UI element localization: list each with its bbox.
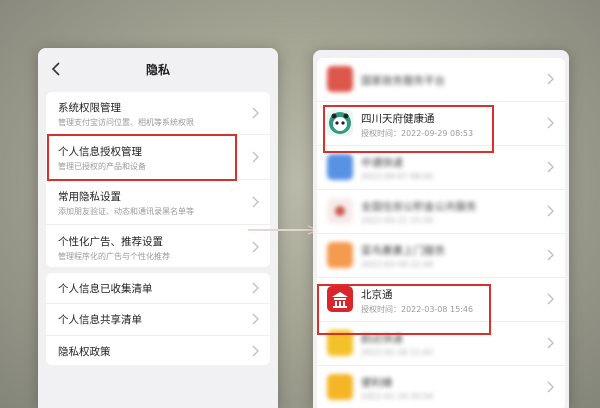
authorized-app-row[interactable]: 国家政务服务平台 [317,58,565,102]
row-subtitle: 管理支付宝访问位置、相机等系统权限 [58,118,194,127]
authorization-time: 2022-02-18 11:02 [361,348,434,357]
privacy-policy-row[interactable]: 隐私权政策 [46,336,270,365]
row-title: 个性化广告、推荐设置 [58,236,163,248]
nav-bar: 隐私 [38,48,278,92]
app-name: 中通快递 [361,157,403,169]
chevron-right-icon [547,337,554,349]
authorized-apps-screen: 国家政务服务平台 四川天府健康通 授权时间：2022-09-29 08:53 中… [313,50,569,408]
chevron-right-icon [252,241,259,253]
authorization-time: 2022-09-07 09:05 [361,172,434,181]
chevron-right-icon [252,107,259,119]
zto-icon [327,154,353,180]
cainiao-icon [327,242,353,268]
chevron-right-icon [252,151,259,163]
chevron-right-icon [252,196,259,208]
chevron-right-icon [547,293,554,305]
bianlifeng-icon [327,374,353,400]
page-title: 隐私 [145,63,170,77]
privacy-screen: 隐私 系统权限管理 管理支付宝访问位置、相机等系统权限 个人信息授权管理 管理已… [38,48,278,408]
chevron-right-icon [547,161,554,173]
authorized-app-row[interactable]: 菜鸟裹裹上门服务 2022-03-18 22:44 [317,234,565,278]
chevron-right-icon [547,73,554,85]
row-title: 个人信息已收集清单 [58,283,153,295]
gov-service-icon [327,66,353,92]
highlight-box [323,105,494,153]
chevron-right-icon [547,117,554,129]
row-title: 常用隐私设置 [58,191,121,203]
row-title: 隐私权政策 [58,346,111,358]
privacy-list-group: 个人信息已收集清单 个人信息共享清单 隐私权政策 [46,273,270,365]
system-permission-row[interactable]: 系统权限管理 管理支付宝访问位置、相机等系统权限 [46,92,270,135]
authorization-time: 2022-05-11 15:30 [361,216,434,225]
row-title: 个人信息共享清单 [58,314,142,326]
housing-fund-icon [327,198,353,224]
app-name: 菜鸟裹裹上门服务 [361,245,445,257]
row-subtitle: 添加朋友验证、动态和通讯录黑名单等 [58,207,194,216]
authorization-time: 2022-01-19 20:54 [361,392,434,401]
collected-info-list-row[interactable]: 个人信息已收集清单 [46,273,270,304]
chevron-right-icon [547,205,554,217]
common-privacy-settings-row[interactable]: 常用隐私设置 添加朋友验证、动态和通讯录黑名单等 [46,180,270,225]
authorization-time: 2022-03-18 22:44 [361,260,434,269]
app-name: 国家政务服务平台 [361,75,445,87]
authorized-app-row[interactable]: 全国住房公积金公共服务 2022-05-11 15:30 [317,190,565,234]
chevron-right-icon [252,313,259,325]
chevron-right-icon [547,381,554,393]
personalized-ads-row[interactable]: 个性化广告、推荐设置 管理程序化的广告与个性化推荐 [46,225,270,267]
chevron-right-icon [252,345,259,357]
chevron-right-icon [547,249,554,261]
row-subtitle: 管理程序化的广告与个性化推荐 [58,252,170,261]
app-name: 便利蜂 [361,377,393,389]
authorized-app-row[interactable]: 便利蜂 2022-01-19 20:54 [317,366,565,408]
app-name: 全国住房公积金公共服务 [361,201,477,213]
row-title: 系统权限管理 [58,102,121,114]
highlight-box [47,134,237,181]
shared-info-list-row[interactable]: 个人信息共享清单 [46,304,270,336]
chevron-right-icon [252,282,259,294]
highlight-box [317,284,491,335]
